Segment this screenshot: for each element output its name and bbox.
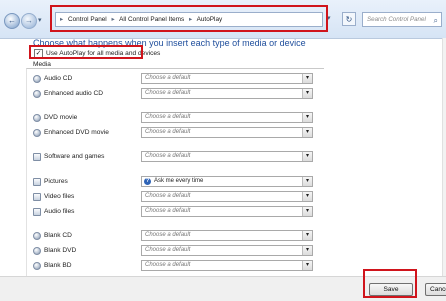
audio-files-select[interactable]: Choose a default ▾ <box>141 206 313 217</box>
select-value: Choose a default <box>145 208 191 214</box>
save-button[interactable]: Save <box>369 283 413 296</box>
button-bar: Save Cancel <box>0 276 446 301</box>
media-row-video-files: Video files Choose a default ▾ <box>33 191 318 203</box>
breadcrumb-separator-icon: ▸ <box>60 16 64 23</box>
select-value: Ask me every time <box>154 178 204 184</box>
media-row-label: Audio files <box>44 208 75 215</box>
use-autoplay-checkbox[interactable]: ✓ Use AutoPlay for all media and devices <box>34 49 160 58</box>
chevron-down-icon[interactable]: ▾ <box>302 128 312 137</box>
media-row-enhanced-dvd-movie: Enhanced DVD movie Choose a default ▾ <box>33 127 318 139</box>
media-section-label: Media <box>33 61 51 68</box>
media-row-blank-cd: Blank CD Choose a default ▾ <box>33 230 318 242</box>
vertical-scrollbar[interactable] <box>442 38 446 276</box>
chevron-down-icon[interactable]: ▾ <box>302 207 312 216</box>
breadcrumb-control-panel[interactable]: Control Panel <box>68 16 107 23</box>
breadcrumb-separator-icon: ▸ <box>111 16 115 23</box>
blank-dvd-select[interactable]: Choose a default ▾ <box>141 245 313 256</box>
disc-icon <box>33 262 41 270</box>
audio-cd-select[interactable]: Choose a default ▾ <box>141 73 313 84</box>
disc-icon <box>33 232 41 240</box>
chevron-down-icon[interactable]: ▾ <box>302 261 312 270</box>
breadcrumb-autoplay[interactable]: AutoPlay <box>197 16 223 23</box>
select-value: Choose a default <box>145 129 191 135</box>
blank-cd-select[interactable]: Choose a default ▾ <box>141 230 313 241</box>
disc-icon <box>33 90 41 98</box>
page-title: Choose what happens when you insert each… <box>33 38 306 48</box>
chevron-down-icon[interactable]: ▾ <box>302 246 312 255</box>
pictures-icon <box>33 178 41 186</box>
navigation-bar: ← → ▾ ▸ Control Panel ▸ All Control Pane… <box>0 0 446 39</box>
software-and-games-select[interactable]: Choose a default ▾ <box>141 151 313 162</box>
search-input[interactable]: Search Control Panel ⌕ <box>362 12 442 27</box>
media-row-label: Software and games <box>44 153 105 160</box>
breadcrumb-all-items[interactable]: All Control Panel Items <box>119 16 184 23</box>
breadcrumb-separator-icon: ▸ <box>188 16 193 23</box>
media-row-enhanced-audio-cd: Enhanced audio CD Choose a default ▾ <box>33 88 318 100</box>
media-row-audio-files: Audio files Choose a default ▾ <box>33 206 318 218</box>
dvd-movie-select[interactable]: Choose a default ▾ <box>141 112 313 123</box>
media-row-label: Enhanced audio CD <box>44 90 104 97</box>
media-row-label: Pictures <box>44 178 68 185</box>
video-icon <box>33 193 41 201</box>
chevron-down-icon[interactable]: ▾ <box>302 89 312 98</box>
disc-icon <box>33 129 41 137</box>
use-autoplay-label: Use AutoPlay for all media and devices <box>46 50 161 57</box>
media-row-blank-dvd: Blank DVD Choose a default ▾ <box>33 245 318 257</box>
media-row-pictures: Pictures ? Ask me every time ▾ <box>33 176 318 188</box>
media-row-label: Blank DVD <box>44 247 77 254</box>
disc-icon <box>33 247 41 255</box>
media-row-label: Enhanced DVD movie <box>44 129 109 136</box>
blank-bd-select[interactable]: Choose a default ▾ <box>141 260 313 271</box>
pictures-select[interactable]: ? Ask me every time ▾ <box>141 176 313 187</box>
back-arrow-icon[interactable]: ← <box>4 13 20 29</box>
audio-file-icon <box>33 208 41 216</box>
search-placeholder: Search Control Panel <box>367 16 426 23</box>
cancel-button[interactable]: Cancel <box>425 283 446 296</box>
chevron-down-icon[interactable]: ▾ <box>302 152 312 161</box>
select-value: Choose a default <box>145 90 191 96</box>
chevron-down-icon[interactable]: ▾ <box>302 113 312 122</box>
select-value: Choose a default <box>145 193 191 199</box>
select-value: Choose a default <box>145 114 191 120</box>
address-chevron-down-icon[interactable]: ▾ <box>327 14 331 22</box>
chevron-down-icon[interactable]: ▾ <box>302 177 312 186</box>
disc-icon <box>33 75 41 83</box>
media-row-audio-cd: Audio CD Choose a default ▾ <box>33 73 318 85</box>
select-value: Choose a default <box>145 153 191 159</box>
select-value: Choose a default <box>145 232 191 238</box>
media-row-label: Audio CD <box>44 75 73 82</box>
media-row-blank-bd: Blank BD Choose a default ▾ <box>33 260 318 272</box>
media-row-software-and-games: Software and games Choose a default ▾ <box>33 151 318 163</box>
software-icon <box>33 153 41 161</box>
enhanced-audio-cd-select[interactable]: Choose a default ▾ <box>141 88 313 99</box>
question-mark-icon: ? <box>144 178 151 185</box>
refresh-icon[interactable]: ↻ <box>342 12 356 26</box>
checkbox-check-icon[interactable]: ✓ <box>34 49 43 58</box>
media-row-label: DVD movie <box>44 114 78 121</box>
media-row-dvd-movie: DVD movie Choose a default ▾ <box>33 112 318 124</box>
history-chevron-down-icon[interactable]: ▾ <box>38 16 42 24</box>
enhanced-dvd-movie-select[interactable]: Choose a default ▾ <box>141 127 313 138</box>
media-row-label: Video files <box>44 193 75 200</box>
forward-arrow-icon[interactable]: → <box>21 13 37 29</box>
select-value: Choose a default <box>145 247 191 253</box>
select-value: Choose a default <box>145 75 191 81</box>
select-value: Choose a default <box>145 262 191 268</box>
media-row-label: Blank CD <box>44 232 72 239</box>
video-files-select[interactable]: Choose a default ▾ <box>141 191 313 202</box>
chevron-down-icon[interactable]: ▾ <box>302 74 312 83</box>
media-row-label: Blank BD <box>44 262 72 269</box>
chevron-down-icon[interactable]: ▾ <box>302 192 312 201</box>
search-icon[interactable]: ⌕ <box>434 14 438 27</box>
disc-icon <box>33 114 41 122</box>
chevron-down-icon[interactable]: ▾ <box>302 231 312 240</box>
address-bar[interactable]: ▸ Control Panel ▸ All Control Panel Item… <box>55 12 323 27</box>
